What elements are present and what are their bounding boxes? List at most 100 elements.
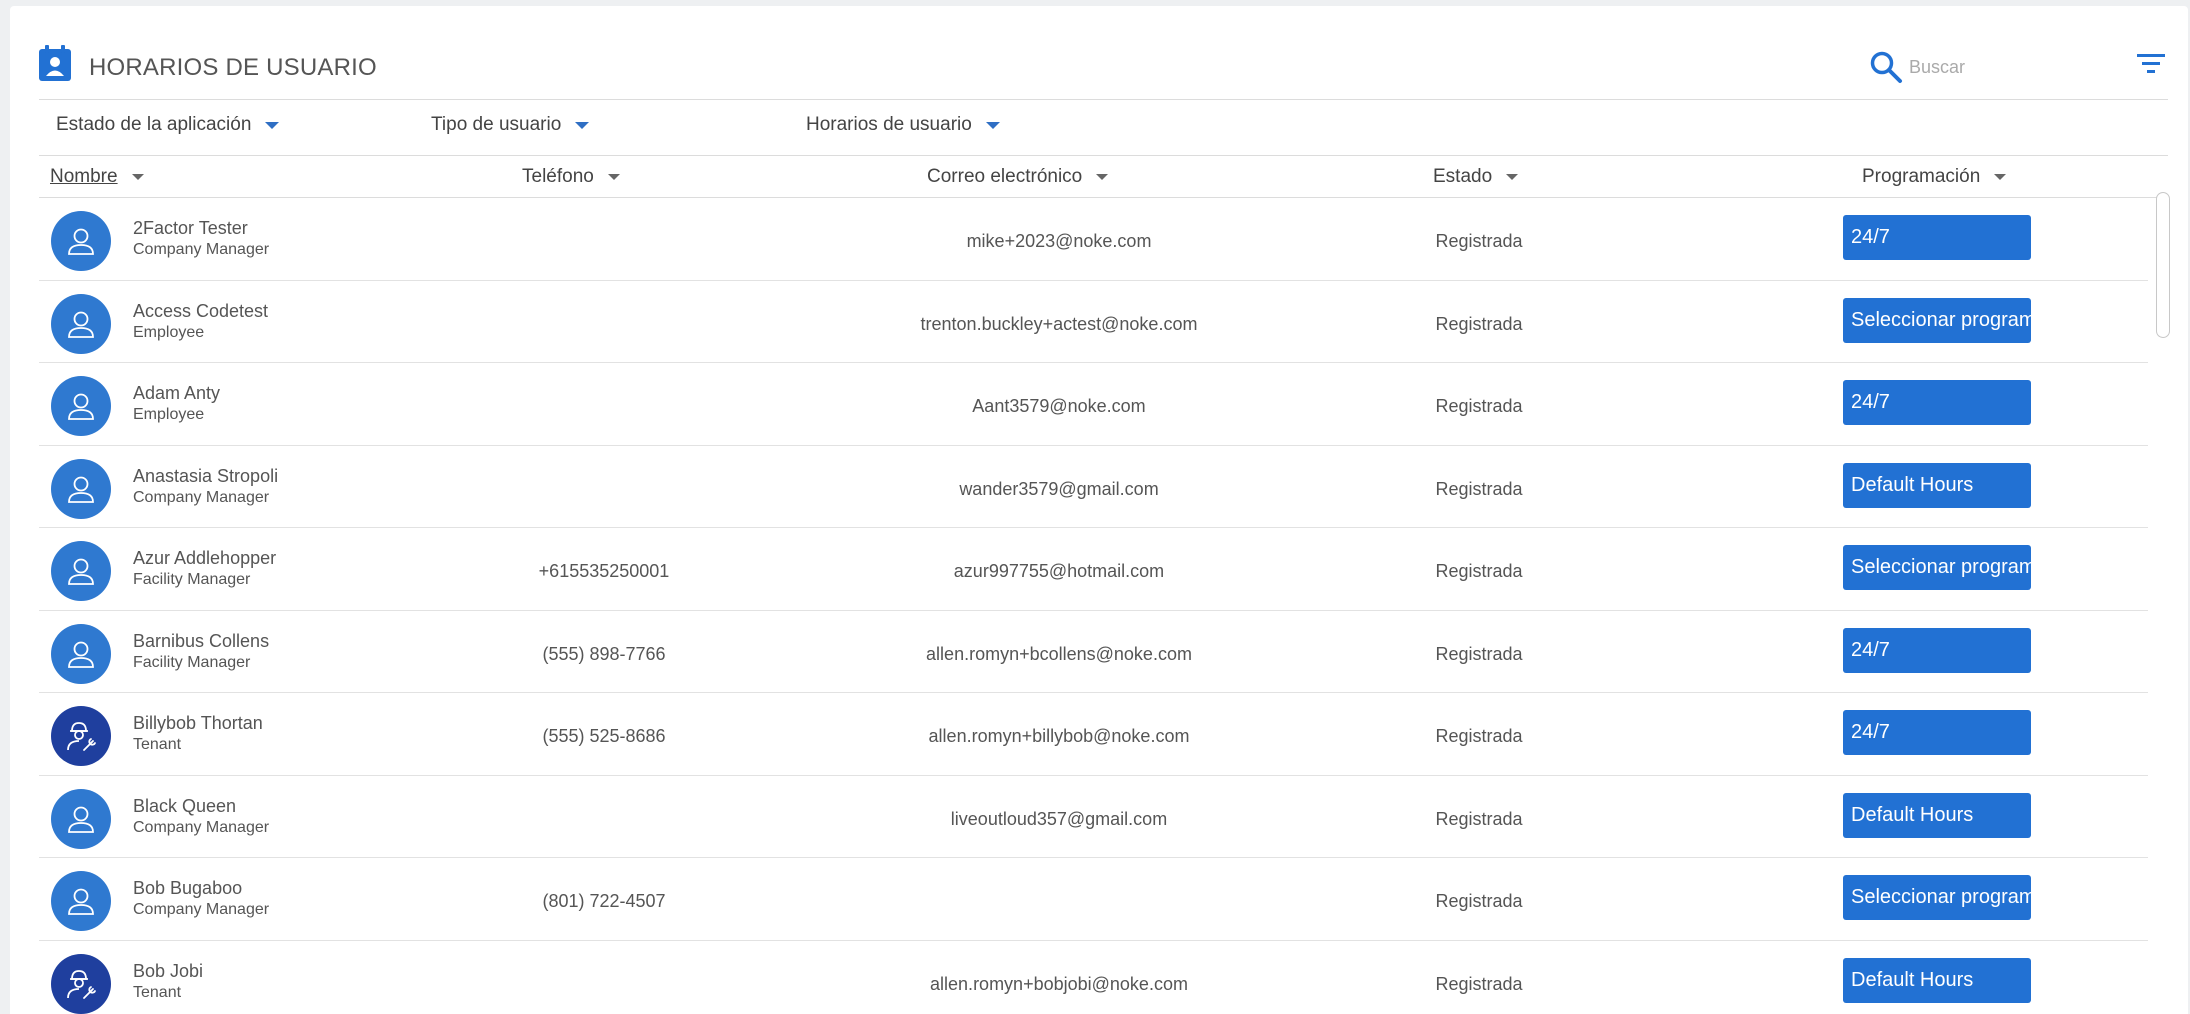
filter-bar: Estado de la aplicación Tipo de usuario … — [39, 100, 2168, 156]
caret-down-icon — [265, 121, 280, 129]
avatar — [51, 706, 111, 766]
person-icon — [68, 641, 94, 668]
user-role: Employee — [133, 323, 205, 341]
column-label: Teléfono — [522, 166, 594, 187]
user-email: allen.romyn+billybob@noke.com — [928, 726, 1190, 746]
user-status: Registrada — [1435, 973, 1523, 994]
user-status: Registrada — [1435, 726, 1523, 746]
avatar — [51, 293, 111, 354]
filter-icon[interactable] — [2133, 46, 2169, 80]
caret-down-icon — [985, 121, 1000, 129]
user-name: Barnibus Collens — [133, 630, 270, 651]
dropdown-label: Horarios de usuario — [806, 114, 972, 135]
avatar — [51, 623, 111, 684]
person-icon — [68, 888, 94, 915]
user-role: Company Manager — [133, 241, 270, 258]
table-header: Nombre Teléfono Correo electrónico Estad… — [39, 156, 2168, 198]
user-role: Tenant — [133, 736, 182, 753]
schedule-button[interactable]: Seleccionar programa — [1843, 297, 2031, 343]
table-row[interactable]: Anastasia Stropoli Company Manager wande… — [39, 446, 2148, 528]
avatar — [51, 871, 111, 931]
user-name: Bob Jobi — [133, 960, 204, 981]
user-name: Bob Bugaboo — [133, 878, 243, 898]
schedule-button[interactable]: Default Hours — [1843, 792, 2031, 838]
table-row[interactable]: Black Queen Company Manager liveoutloud3… — [39, 776, 2148, 858]
user-status: Registrada — [1435, 478, 1523, 499]
sort-caret-icon — [131, 174, 144, 180]
column-label: Estado — [1433, 166, 1493, 187]
panel-header: HORARIOS DE USUARIO — [39, 40, 2168, 100]
column-header-schedule[interactable]: Programación — [1862, 166, 2007, 188]
table-row[interactable]: Bob Jobi Tenant allen.romyn+bobjobi@noke… — [39, 941, 2148, 1014]
person-icon — [68, 558, 94, 585]
table-row[interactable]: Billybob Thortan Tenant (555) 525-8686 a… — [39, 693, 2148, 776]
user-status: Registrada — [1435, 561, 1523, 581]
sort-caret-icon — [1096, 174, 1109, 180]
user-phone: +615535250001 — [538, 561, 670, 581]
user-email: Aant3579@noke.com — [972, 396, 1146, 416]
avatar — [51, 211, 111, 271]
search-icon[interactable] — [1869, 50, 1903, 84]
table-row[interactable]: Adam Anty Employee Aant3579@noke.com Reg… — [39, 363, 2148, 446]
avatar — [51, 788, 111, 849]
person-icon — [68, 311, 94, 338]
sort-caret-icon — [607, 174, 620, 180]
page-title: HORARIOS DE USUARIO — [89, 54, 377, 81]
column-label: Nombre — [50, 166, 118, 187]
sort-caret-icon — [1994, 174, 2007, 180]
user-type-dropdown[interactable]: Tipo de usuario — [431, 114, 590, 136]
schedule-button[interactable]: Default Hours — [1843, 462, 2031, 508]
user-email: wander3579@gmail.com — [959, 478, 1159, 499]
column-header-email[interactable]: Correo electrónico — [927, 166, 1109, 188]
table-row[interactable]: 2Factor Tester Company Manager mike+2023… — [39, 198, 2148, 281]
schedule-button[interactable]: 24/7 — [1843, 627, 2031, 673]
schedule-button[interactable]: Default Hours — [1843, 957, 2031, 1003]
contact-calendar-icon — [39, 45, 71, 81]
user-schedules-dropdown[interactable]: Horarios de usuario — [806, 114, 1000, 136]
user-status: Registrada — [1435, 891, 1523, 911]
person-icon — [68, 476, 94, 503]
search-input[interactable] — [1909, 52, 2099, 82]
person-icon — [68, 393, 94, 420]
table-row[interactable]: Barnibus Collens Facility Manager (555) … — [39, 611, 2148, 693]
user-status: Registrada — [1435, 643, 1523, 664]
user-email: allen.romyn+bcollens@noke.com — [926, 643, 1192, 664]
user-phone: (555) 525-8686 — [542, 726, 666, 746]
worker-icon — [67, 969, 96, 999]
dropdown-label: Tipo de usuario — [431, 114, 562, 135]
table-row[interactable]: Access Codetest Employee trenton.buckley… — [39, 281, 2148, 363]
column-label: Correo electrónico — [927, 166, 1083, 187]
user-schedules-panel: HORARIOS DE USUARIO Estado de la aplicac… — [10, 6, 2188, 1014]
app-status-dropdown[interactable]: Estado de la aplicación — [56, 114, 280, 136]
user-phone: (801) 722-4507 — [542, 891, 666, 911]
schedule-button[interactable]: Seleccionar programa — [1843, 545, 2031, 590]
avatar — [51, 458, 111, 519]
dropdown-label: Estado de la aplicación — [56, 114, 252, 135]
schedule-button[interactable]: 24/7 — [1843, 215, 2031, 260]
user-name: Black Queen — [133, 795, 237, 816]
column-header-status[interactable]: Estado — [1433, 166, 1519, 188]
avatar — [51, 953, 111, 1014]
user-status: Registrada — [1435, 313, 1523, 334]
table-row[interactable]: Bob Bugaboo Company Manager (801) 722-45… — [39, 858, 2148, 941]
column-header-phone[interactable]: Teléfono — [522, 166, 620, 188]
schedule-button[interactable]: 24/7 — [1843, 380, 2031, 425]
user-name: 2Factor Tester — [133, 218, 248, 238]
worker-icon — [67, 722, 96, 751]
user-status: Registrada — [1435, 396, 1523, 416]
vertical-scrollbar[interactable] — [2156, 192, 2170, 338]
user-role: Company Manager — [133, 818, 270, 836]
user-email: mike+2023@noke.com — [966, 231, 1152, 251]
user-role: Company Manager — [133, 901, 270, 918]
user-email: liveoutloud357@gmail.com — [950, 808, 1168, 829]
table-row[interactable]: Azur Addlehopper Facility Manager +61553… — [39, 528, 2148, 611]
user-table-body: 2Factor Tester Company Manager mike+2023… — [39, 198, 2148, 1014]
column-header-name[interactable]: Nombre — [50, 166, 144, 188]
user-name: Access Codetest — [133, 300, 269, 321]
user-phone: (555) 898-7766 — [542, 643, 666, 664]
user-email: trenton.buckley+actest@noke.com — [920, 313, 1198, 334]
user-email: azur997755@hotmail.com — [953, 561, 1165, 581]
person-icon — [68, 228, 94, 255]
schedule-button[interactable]: Seleccionar programa — [1843, 875, 2031, 920]
schedule-button[interactable]: 24/7 — [1843, 710, 2031, 755]
